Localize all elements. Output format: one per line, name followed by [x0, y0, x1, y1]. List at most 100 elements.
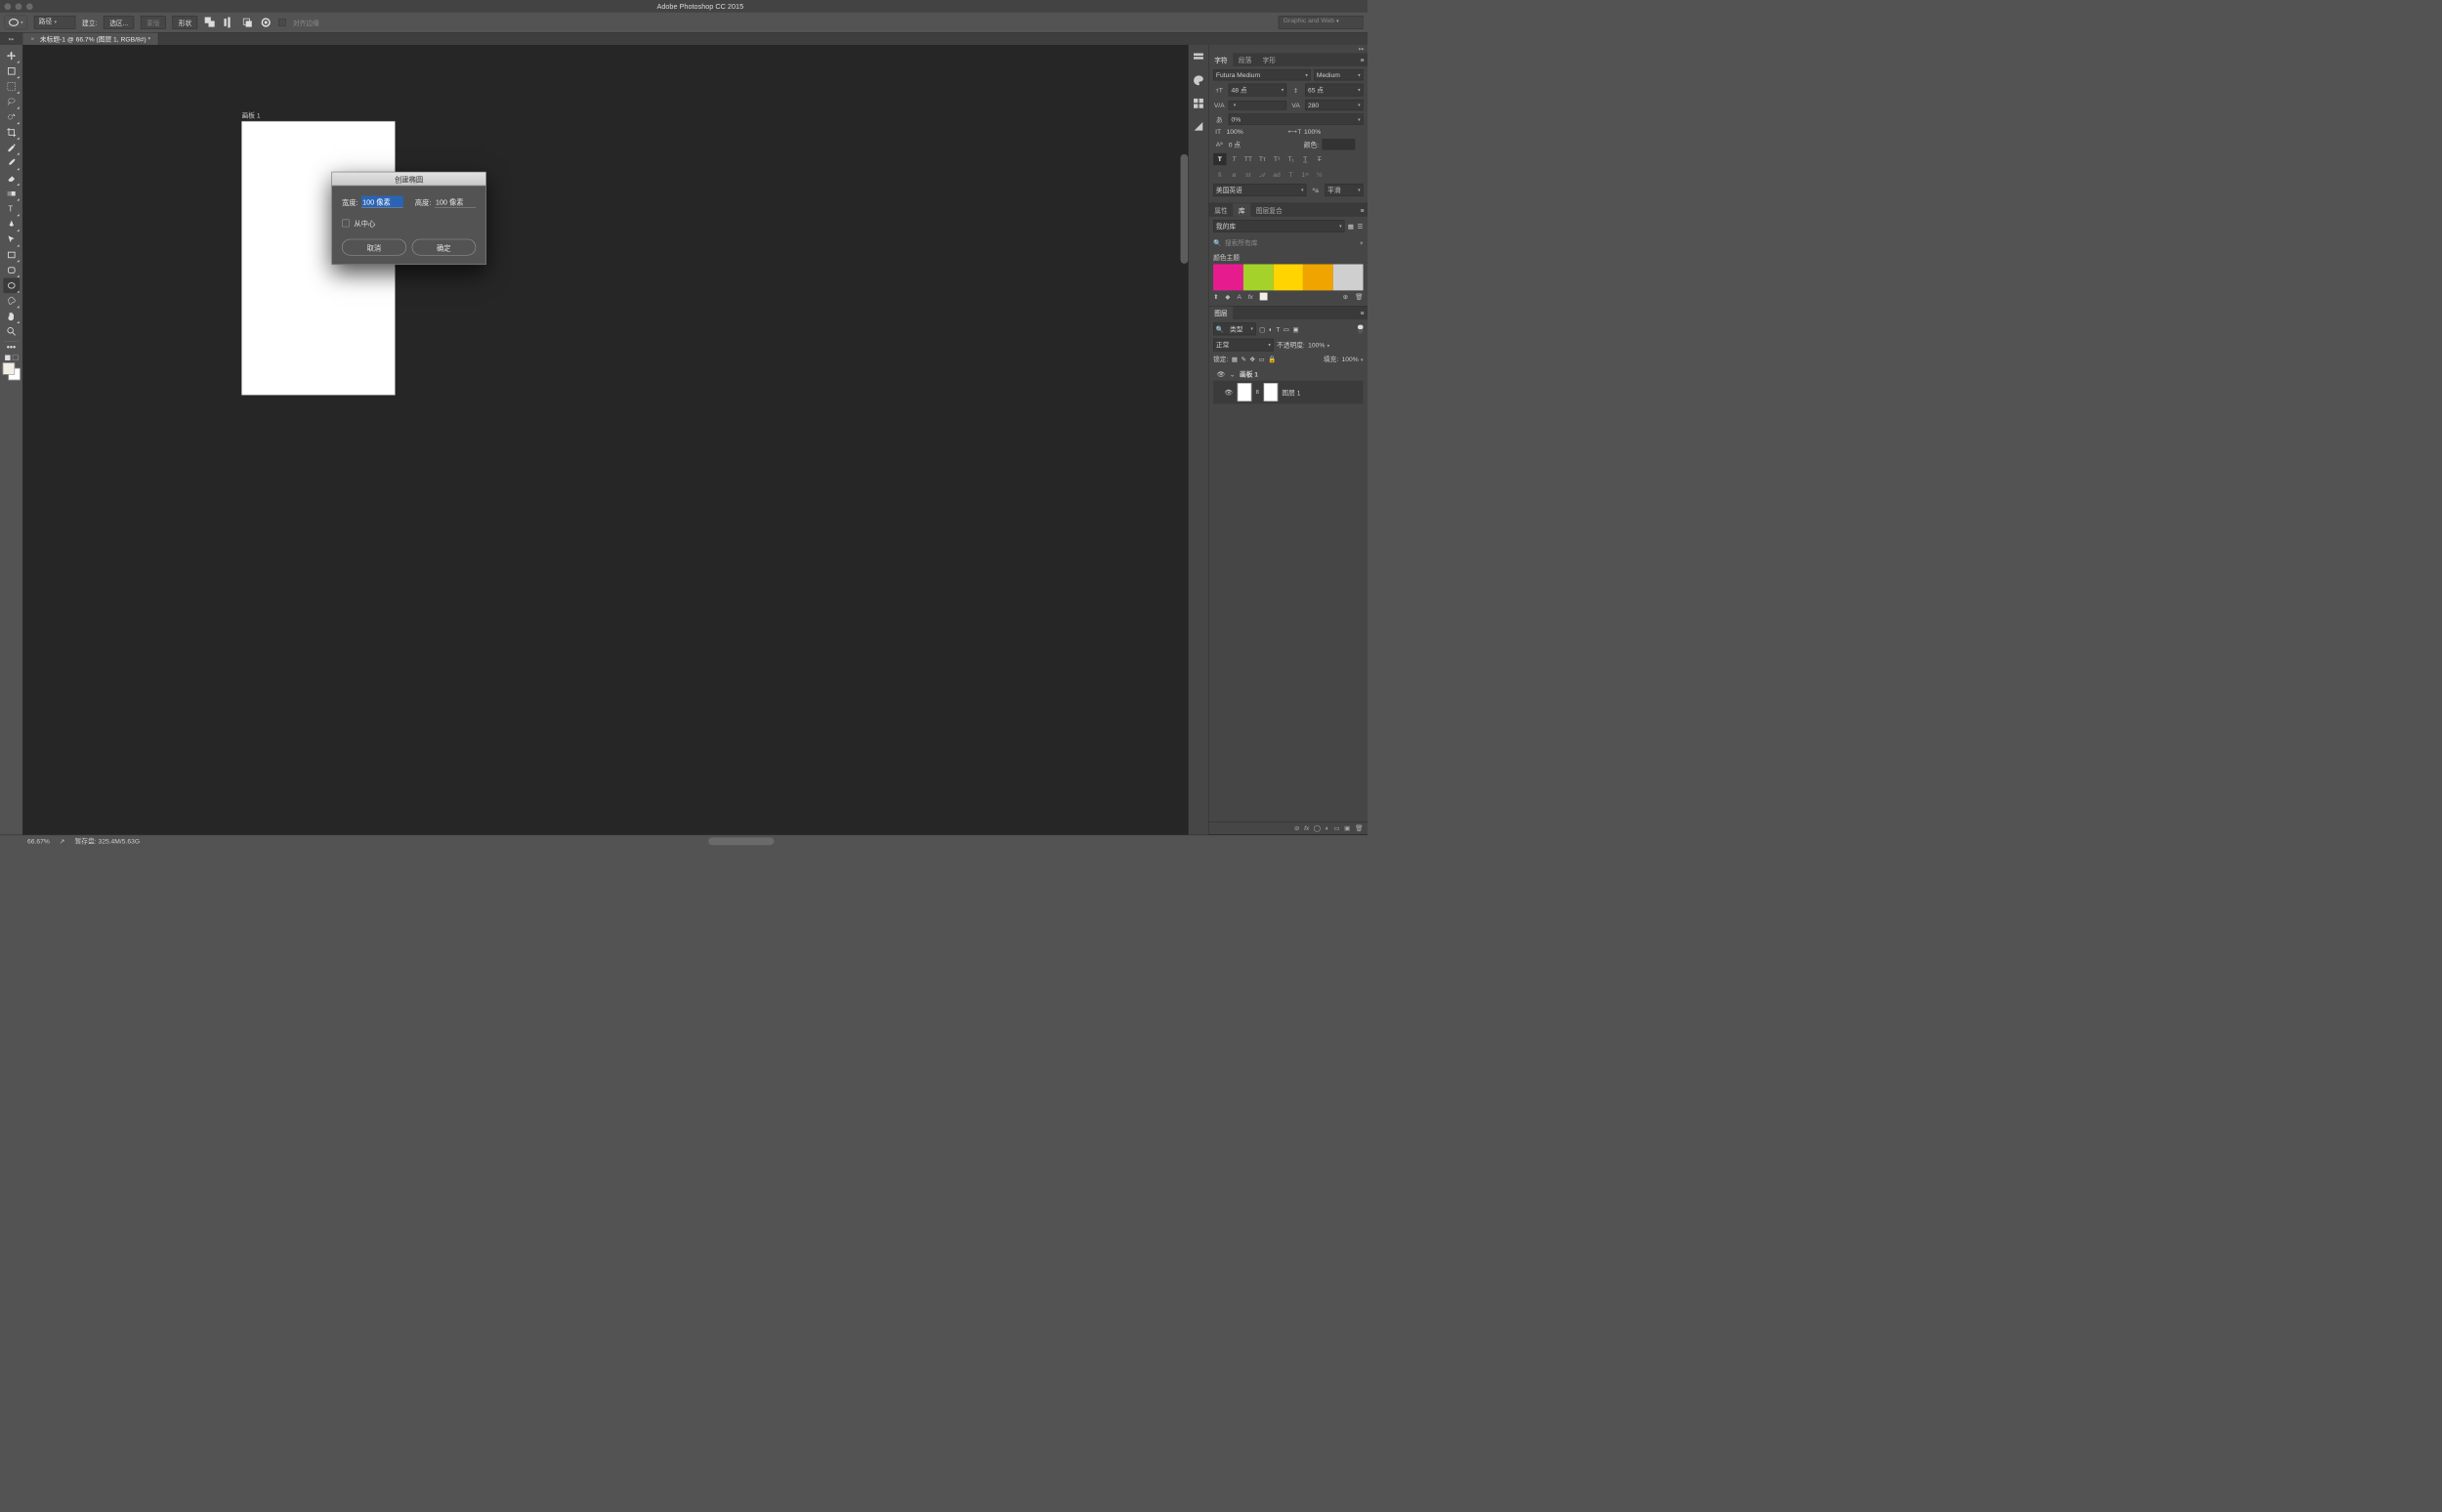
superscript-button[interactable]: T¹ — [1270, 153, 1283, 165]
move-tool[interactable] — [3, 48, 20, 63]
bold-button[interactable]: T — [1213, 153, 1226, 165]
align-edges-checkbox[interactable] — [278, 19, 286, 26]
adjustment-layer-icon[interactable]: ◐ — [1326, 824, 1329, 832]
link-layers-icon[interactable]: ⊘ — [1294, 824, 1300, 832]
adjustments-panel-icon[interactable] — [1193, 120, 1204, 132]
lock-artboard-icon[interactable]: ▭ — [1258, 356, 1264, 363]
path-alignment-icon[interactable] — [223, 17, 234, 28]
ligatures-button[interactable]: fi — [1213, 168, 1226, 180]
delete-layer-icon[interactable]: 🗑 — [1355, 824, 1364, 832]
ellipse-tool[interactable] — [3, 277, 20, 293]
color-swatches[interactable] — [3, 362, 21, 380]
italic-button[interactable]: T — [1228, 153, 1241, 165]
filter-shape-icon[interactable]: ▭ — [1284, 325, 1289, 333]
edit-toolbar-icon[interactable]: ••• — [3, 344, 20, 352]
tab-layer-comps[interactable]: 图层复合 — [1250, 203, 1287, 216]
foreground-color[interactable] — [3, 362, 15, 374]
close-window-icon[interactable] — [4, 3, 11, 10]
half-button[interactable]: ½ — [1313, 168, 1326, 180]
current-tool-ellipse[interactable] — [4, 16, 27, 30]
layer-row[interactable]: 👁 8 图层 1 — [1213, 381, 1363, 404]
language-dropdown[interactable]: 美国英语 — [1213, 184, 1306, 196]
filter-smart-icon[interactable]: ▣ — [1292, 325, 1298, 333]
add-color-icon[interactable]: ◆ — [1225, 293, 1230, 301]
vscale-input[interactable]: 100% — [1227, 128, 1285, 136]
eraser-tool[interactable] — [3, 171, 20, 187]
layer-mask-icon[interactable]: ◯ — [1314, 824, 1322, 832]
tab-properties[interactable]: 属性 — [1209, 203, 1234, 216]
add-layer-style-icon[interactable]: fx — [1248, 293, 1253, 301]
ordinals-button[interactable]: T — [1284, 168, 1297, 180]
brush-tool[interactable] — [3, 155, 20, 171]
contextual-button[interactable]: ø — [1228, 168, 1241, 180]
tab-paragraph[interactable]: 段落 — [1233, 53, 1257, 65]
filter-type-icon[interactable]: T — [1276, 325, 1280, 333]
font-family-dropdown[interactable]: Futura Medium — [1213, 69, 1311, 80]
panel-menu-icon[interactable]: ≡ — [1357, 203, 1368, 216]
export-icon[interactable]: ↗ — [60, 837, 65, 845]
path-mode-dropdown[interactable]: 路径 — [34, 16, 76, 28]
layer-name[interactable]: 图层 1 — [1282, 388, 1300, 398]
baseline-input[interactable]: 0 点 — [1229, 140, 1301, 149]
new-group-icon[interactable]: ▭ — [1333, 824, 1339, 832]
gradient-tool[interactable] — [3, 186, 20, 201]
font-size-input[interactable]: 48 点 — [1229, 84, 1286, 97]
path-arrangement-icon[interactable] — [241, 17, 253, 28]
subscript-button[interactable]: T₁ — [1284, 153, 1297, 165]
gear-icon[interactable] — [260, 17, 272, 28]
panel-menu-icon[interactable]: ≡ — [1357, 53, 1368, 65]
visibility-icon[interactable]: 👁 — [1216, 370, 1225, 378]
rectangle-tool[interactable] — [3, 247, 20, 263]
artboard-tool[interactable] — [3, 63, 20, 79]
visibility-icon[interactable]: 👁 — [1224, 389, 1233, 397]
fractions-button[interactable]: 1ˢᵗ — [1298, 168, 1311, 180]
close-tab-icon[interactable]: × — [30, 35, 34, 43]
cancel-button[interactable]: 取消 — [342, 239, 406, 256]
maximize-window-icon[interactable] — [26, 3, 33, 10]
eyedropper-tool[interactable] — [3, 140, 20, 155]
zoom-tool[interactable] — [3, 324, 20, 340]
delete-icon[interactable]: 🗑 — [1355, 293, 1364, 301]
screen-mode-icons[interactable] — [5, 355, 18, 360]
custom-shape-tool[interactable] — [3, 293, 20, 309]
lock-position-icon[interactable]: ✥ — [1249, 356, 1255, 363]
hand-tool[interactable] — [3, 309, 20, 324]
layer-style-icon[interactable]: fx — [1304, 824, 1309, 832]
smallcaps-button[interactable]: Tт — [1256, 153, 1269, 165]
canvas-area[interactable]: 画板 1 创建椭圆 宽度: 100 像素 高度: 100 像素 从中心 取消 — [23, 45, 1189, 835]
make-shape-button[interactable]: 形状 — [173, 16, 198, 28]
ok-button[interactable]: 确定 — [411, 239, 476, 256]
history-panel-icon[interactable] — [1193, 52, 1204, 63]
type-tool[interactable]: T — [3, 201, 20, 217]
width-input[interactable]: 100 像素 — [361, 195, 402, 207]
tab-libraries[interactable]: 库 — [1233, 203, 1250, 216]
path-select-tool[interactable] — [3, 231, 20, 247]
tab-glyphs[interactable]: 字形 — [1257, 53, 1282, 65]
chevron-down-icon[interactable]: ▾ — [1360, 238, 1363, 246]
marquee-tool[interactable] — [3, 79, 20, 95]
swatches-panel-icon[interactable] — [1193, 98, 1204, 109]
color-panel-icon[interactable] — [1193, 74, 1204, 86]
fill-input[interactable]: 100% — [1342, 356, 1364, 363]
collapse-tools-icon[interactable]: ▸▸ — [0, 33, 23, 45]
font-weight-dropdown[interactable]: Medium — [1314, 69, 1363, 80]
cloud-icon[interactable]: ⊕ — [1343, 293, 1349, 301]
horizontal-scrollbar[interactable] — [284, 837, 1198, 845]
add-swatch-icon[interactable] — [1259, 293, 1267, 301]
make-selection-button[interactable]: 选区... — [104, 16, 134, 28]
allcaps-button[interactable]: TT — [1242, 153, 1254, 165]
list-view-icon[interactable]: ☰ — [1357, 223, 1363, 231]
document-tab[interactable]: × 未标题-1 @ 66.7% (图层 1, RGB/8#) * — [23, 33, 159, 45]
tracking-input[interactable]: 280 — [1305, 100, 1363, 110]
new-layer-icon[interactable]: ▣ — [1344, 824, 1350, 832]
add-graphic-icon[interactable]: ⬆ — [1213, 293, 1219, 301]
zoom-level[interactable]: 66.67% — [27, 837, 50, 845]
text-color-swatch[interactable] — [1322, 139, 1355, 149]
color-theme-swatches[interactable] — [1213, 264, 1363, 290]
path-operations-icon[interactable] — [204, 17, 216, 28]
underline-button[interactable]: T — [1298, 153, 1311, 165]
artboard-label[interactable]: 画板 1 — [242, 110, 261, 120]
lock-transparency-icon[interactable]: ▦ — [1232, 356, 1238, 363]
tsume-input[interactable]: 0% — [1229, 113, 1364, 124]
crop-tool[interactable] — [3, 125, 20, 141]
